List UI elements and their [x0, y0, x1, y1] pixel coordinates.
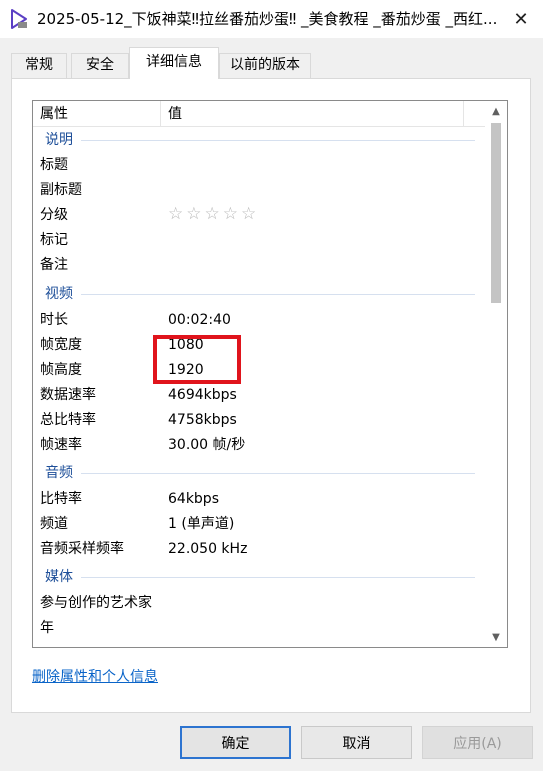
property-list[interactable]: 属性 值 说明 标题 副标题 分级 ☆☆☆☆☆ 标记 备注 视频 时长 00:0…: [32, 100, 508, 648]
close-icon: ✕: [513, 8, 529, 30]
property-tags[interactable]: 标记: [40, 230, 68, 250]
scrollbar-thumb[interactable]: [491, 123, 501, 303]
close-button[interactable]: ✕: [506, 4, 536, 34]
property-subtitle[interactable]: 副标题: [40, 180, 82, 200]
property-audio-bitrate[interactable]: 比特率: [40, 489, 82, 509]
property-title[interactable]: 标题: [40, 155, 68, 175]
property-channels[interactable]: 频道: [40, 514, 68, 534]
apply-button[interactable]: 应用(A): [422, 726, 533, 759]
value-frame-height: 1920: [168, 362, 204, 378]
column-header-property[interactable]: 属性: [40, 101, 68, 127]
tab-previous-versions[interactable]: 以前的版本: [219, 53, 311, 78]
ok-button[interactable]: 确定: [180, 726, 291, 759]
property-frame-width[interactable]: 帧宽度: [40, 335, 82, 355]
title-bar: 2025-05-12_下饭神菜‼拉丝番茄炒蛋‼ _美食教程 _番茄炒蛋 _西红.…: [0, 0, 543, 38]
window-title: 2025-05-12_下饭神菜‼拉丝番茄炒蛋‼ _美食教程 _番茄炒蛋 _西红.…: [37, 10, 497, 28]
value-frame-rate: 30.00 帧/秒: [168, 437, 246, 453]
column-divider[interactable]: [160, 101, 161, 127]
tab-strip: 常规 安全 详细信息 以前的版本: [11, 47, 531, 79]
tab-general[interactable]: 常规: [11, 53, 67, 78]
group-divider: [81, 140, 475, 141]
property-frame-rate[interactable]: 帧速率: [40, 435, 82, 455]
scroll-up-button[interactable]: ▲: [485, 101, 507, 121]
chevron-up-icon: ▲: [492, 105, 500, 117]
property-data-rate[interactable]: 数据速率: [40, 385, 96, 405]
property-duration[interactable]: 时长: [40, 310, 68, 330]
value-sample-rate: 22.050 kHz: [168, 541, 248, 557]
group-divider: [81, 294, 475, 295]
remove-properties-link[interactable]: 删除属性和个人信息: [32, 667, 158, 687]
group-header-audio: 音频: [45, 465, 73, 481]
property-rating[interactable]: 分级: [40, 205, 68, 225]
value-frame-width: 1080: [168, 337, 204, 353]
scroll-down-button[interactable]: ▼: [485, 627, 507, 647]
group-divider: [81, 577, 475, 578]
property-comments[interactable]: 备注: [40, 255, 68, 275]
vertical-scrollbar[interactable]: ▲ ▼: [485, 101, 507, 647]
column-divider[interactable]: [463, 101, 464, 127]
value-channels: 1 (单声道): [168, 516, 235, 532]
value-audio-bitrate: 64kbps: [168, 491, 219, 507]
property-frame-height[interactable]: 帧高度: [40, 360, 82, 380]
group-header-description: 说明: [45, 132, 73, 148]
property-year[interactable]: 年: [40, 618, 54, 638]
tab-security[interactable]: 安全: [71, 53, 129, 78]
list-header: 属性 值: [33, 101, 485, 127]
group-header-media: 媒体: [45, 569, 73, 585]
media-player-icon: [10, 9, 28, 29]
group-header-video: 视频: [45, 286, 73, 302]
column-header-value[interactable]: 值: [168, 101, 182, 127]
property-sample-rate[interactable]: 音频采样频率: [40, 539, 124, 559]
tab-details[interactable]: 详细信息: [129, 47, 219, 79]
property-total-bitrate[interactable]: 总比特率: [40, 410, 96, 430]
group-divider: [81, 473, 475, 474]
rating-stars[interactable]: ☆☆☆☆☆: [168, 204, 259, 224]
property-contributing-artists[interactable]: 参与创作的艺术家: [40, 593, 152, 613]
value-data-rate: 4694kbps: [168, 387, 237, 403]
chevron-down-icon: ▼: [492, 631, 500, 643]
value-total-bitrate: 4758kbps: [168, 412, 237, 428]
value-duration: 00:02:40: [168, 312, 231, 328]
cancel-button[interactable]: 取消: [301, 726, 412, 759]
